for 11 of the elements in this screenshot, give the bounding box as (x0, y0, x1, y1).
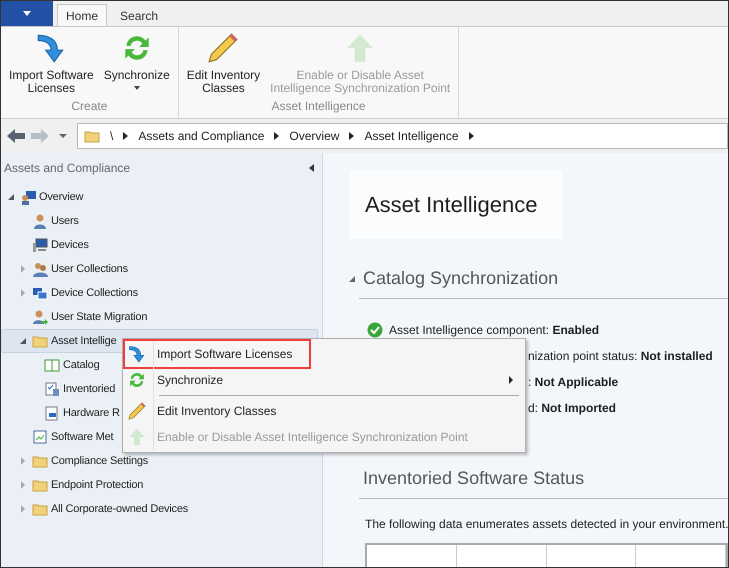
section-heading: Catalog Synchronization (363, 267, 558, 290)
page-title: Asset Intelligence (349, 170, 563, 239)
section-heading: Inventoried Software Status (363, 467, 584, 490)
description-text: The following data enumerates assets detected in your environment. (364, 516, 728, 533)
status-text: nization point status: Not installed (528, 348, 713, 365)
status-text: d: Not Imported (528, 400, 616, 417)
group-label: Asset Intelligence (270, 98, 367, 115)
pane-title: Assets and Compliance (4, 160, 130, 177)
status-text: : Not Applicable (528, 374, 618, 391)
status-text: Asset Intelligence component: Enabled (389, 322, 600, 339)
group-label: Create (70, 98, 108, 115)
